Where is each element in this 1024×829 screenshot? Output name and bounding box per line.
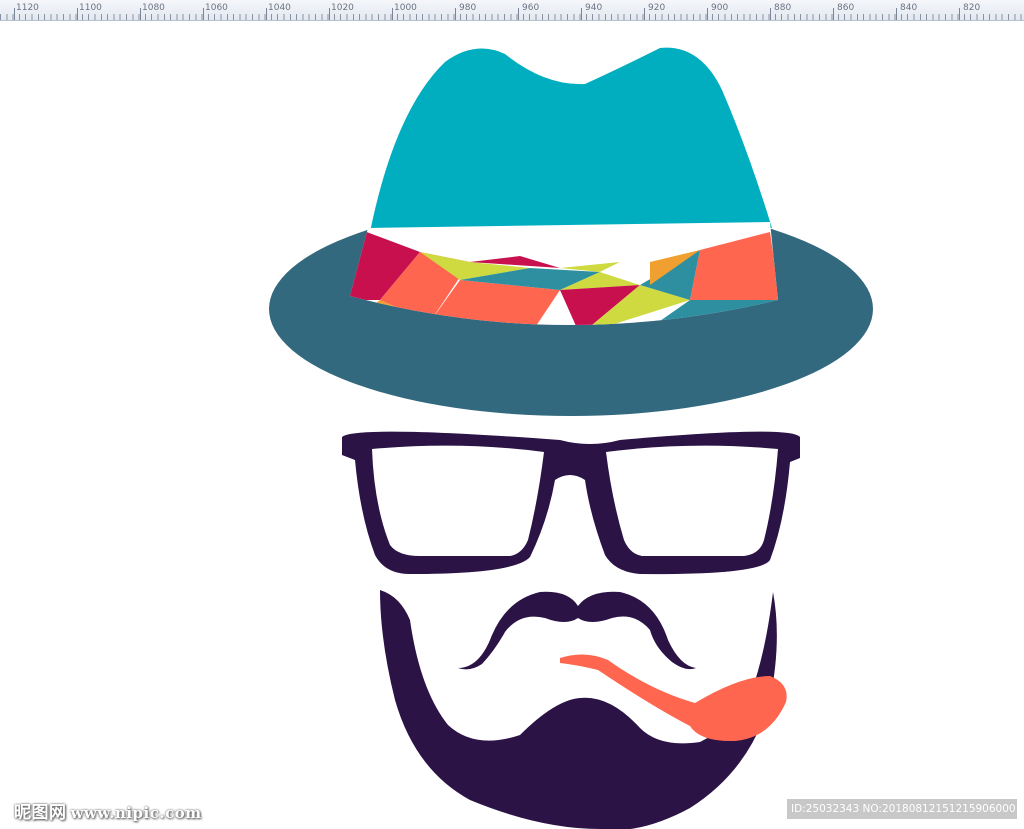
watermark-site-url: www.nipic.com: [70, 804, 202, 822]
watermark-id: ID:25032343 NO:20180812151215906000: [787, 799, 1017, 819]
watermark-site-name: 昵图网: [14, 803, 67, 823]
hipster-face-illustration: [269, 47, 873, 829]
hat-crown: [370, 47, 772, 233]
glasses: [342, 431, 800, 575]
watermark-site: 昵图网 www.nipic.com: [14, 798, 202, 823]
